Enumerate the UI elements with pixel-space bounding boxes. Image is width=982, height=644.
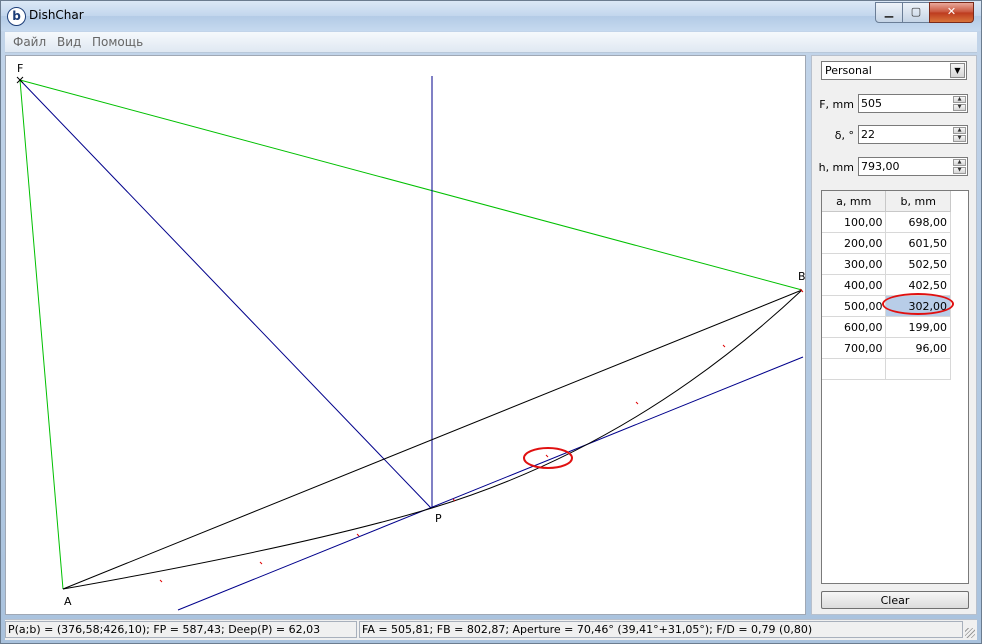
maximize-button[interactable]: ▢: [902, 2, 930, 23]
label-b: B: [798, 270, 805, 283]
field-label-delta: δ, °: [834, 129, 854, 142]
profile-table[interactable]: a, mm b, mm 100,00 698,00 200,00 601,50 300,…: [821, 190, 969, 584]
spin-up-icon[interactable]: ▲: [953, 96, 966, 103]
field-label-f: F, mm: [819, 98, 854, 111]
cell-b[interactable]: 698,00: [885, 211, 951, 233]
label-f: F: [17, 62, 23, 75]
f-input[interactable]: [859, 95, 953, 112]
f-spin-field[interactable]: ▲ ▼: [858, 94, 968, 113]
profile-select[interactable]: Personal ▼: [821, 61, 967, 80]
column-header-a[interactable]: a, mm: [822, 191, 887, 212]
line-f-b: [19, 79, 803, 291]
app-window: b DishChar ▁ ▢ ✕ Файл Вид Помощь F B P A…: [0, 0, 982, 644]
cell-a[interactable]: 100,00: [822, 211, 887, 233]
parameters-panel: Personal ▼ F, mm ▲ ▼ δ, ° ▲ ▼ h, mm ▲ ▼ …: [811, 55, 977, 615]
table-row[interactable]: 100,00 698,00: [822, 211, 951, 233]
clear-button[interactable]: Clear: [821, 591, 969, 609]
menu-view[interactable]: Вид: [57, 35, 81, 49]
cell-b[interactable]: 96,00: [885, 337, 951, 359]
label-a: A: [64, 595, 72, 608]
drawing-canvas[interactable]: F B P A: [5, 55, 806, 615]
menu-bar: Файл Вид Помощь: [5, 32, 977, 53]
table-row[interactable]: 400,00 402,50: [822, 274, 951, 296]
table-row[interactable]: 600,00 199,00: [822, 316, 951, 338]
window-title: DishChar: [29, 8, 84, 22]
table-header-row: a, mm b, mm: [822, 191, 951, 212]
cell-b[interactable]: 402,50: [885, 274, 951, 296]
profile-select-value: Personal: [825, 64, 872, 77]
status-bar: P(a;b) = (376,58;426,10); FP = 587,43; D…: [5, 619, 977, 640]
selected-cell-highlight: [882, 293, 955, 315]
minimize-button[interactable]: ▁: [875, 2, 903, 23]
dish-diagram: F B P A: [16, 62, 805, 611]
highlight-ellipse: [523, 447, 573, 469]
cell-a[interactable]: [822, 358, 887, 380]
table-row[interactable]: 200,00 601,50: [822, 232, 951, 254]
cell-a[interactable]: 300,00: [822, 253, 887, 275]
line-f-a: [19, 79, 64, 590]
table-body: 100,00 698,00 200,00 601,50 300,00 502,50 400,…: [822, 211, 955, 380]
spin-down-icon[interactable]: ▼: [953, 135, 966, 142]
table-row[interactable]: 300,00 502,50: [822, 253, 951, 275]
status-geometry-info: FA = 505,81; FB = 802,87; Aperture = 70,…: [359, 621, 963, 638]
table-row[interactable]: 700,00 96,00: [822, 337, 951, 359]
status-point-info: P(a;b) = (376,58;426,10); FP = 587,43; D…: [5, 621, 357, 638]
spin-up-icon[interactable]: ▲: [953, 127, 966, 134]
table-row[interactable]: 500,00 302,00: [822, 293, 955, 317]
chevron-down-icon[interactable]: ▼: [950, 63, 965, 78]
table-row[interactable]: [822, 358, 951, 380]
app-logo-icon: b: [7, 7, 26, 26]
cell-a[interactable]: 200,00: [822, 232, 887, 254]
menu-help[interactable]: Помощь: [92, 35, 143, 49]
spin-down-icon[interactable]: ▼: [953, 104, 966, 111]
cell-b[interactable]: 502,50: [885, 253, 951, 275]
label-p: P: [435, 512, 442, 525]
menu-file[interactable]: Файл: [13, 35, 46, 49]
delta-input[interactable]: [859, 126, 953, 143]
cell-b[interactable]: 302,00: [882, 293, 955, 317]
h-spin-field[interactable]: ▲ ▼: [858, 157, 968, 176]
cell-b[interactable]: [885, 358, 951, 380]
profile-sample-marks: [159, 288, 804, 583]
cell-a[interactable]: 700,00: [822, 337, 887, 359]
title-bar[interactable]: b DishChar ▁ ▢ ✕: [1, 1, 981, 31]
resize-grip-icon[interactable]: [965, 628, 975, 638]
cell-a[interactable]: 400,00: [822, 274, 887, 296]
close-button[interactable]: ✕: [929, 2, 974, 23]
cell-b[interactable]: 199,00: [885, 316, 951, 338]
column-header-b[interactable]: b, mm: [885, 191, 951, 212]
h-input[interactable]: [859, 158, 953, 175]
line-f-p: [19, 79, 432, 509]
cell-b[interactable]: 601,50: [885, 232, 951, 254]
cell-a[interactable]: 600,00: [822, 316, 887, 338]
delta-spin-field[interactable]: ▲ ▼: [858, 125, 968, 144]
cell-a[interactable]: 500,00: [822, 295, 887, 317]
spin-down-icon[interactable]: ▼: [953, 167, 966, 174]
spin-up-icon[interactable]: ▲: [953, 159, 966, 166]
tangent-line: [177, 356, 804, 611]
field-label-h: h, mm: [818, 161, 854, 174]
